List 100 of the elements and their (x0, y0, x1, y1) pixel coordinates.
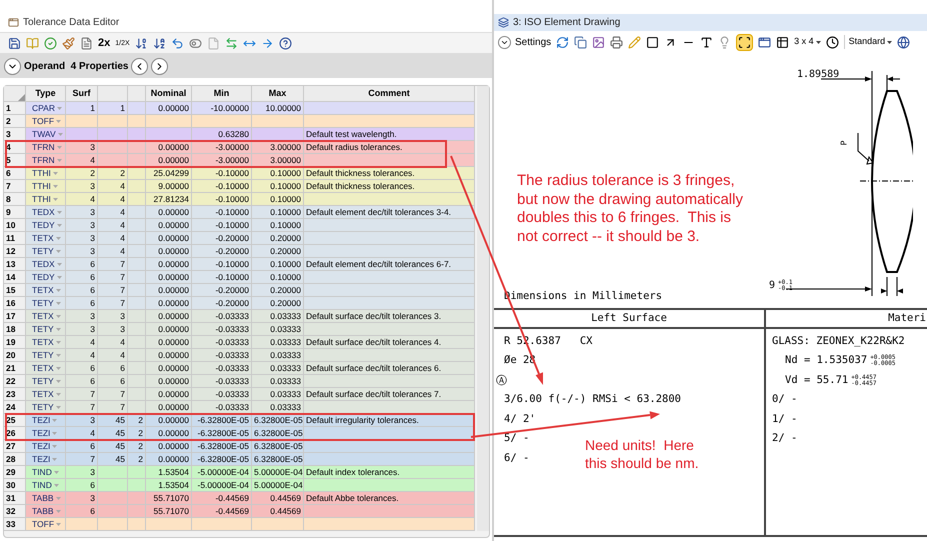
table-row[interactable]: 2 TOFF (4, 115, 476, 128)
globe-icon[interactable] (897, 36, 910, 48)
type-dropdown[interactable]: TFRN (32, 141, 62, 153)
type-dropdown[interactable]: TETY (32, 375, 61, 387)
table-row[interactable]: 9 TEDX 3 4 0.00000 -0.10000 0.10000 Default element dec/tilt tolerances 3-4. (4, 206, 476, 219)
text-tool-icon[interactable] (700, 36, 714, 48)
table-row[interactable]: 6 TTHI 2 2 25.04299 -0.10000 0.10000 Default thickness tolerances. (4, 167, 476, 180)
frame-toggle[interactable] (736, 34, 754, 50)
table-row[interactable]: 33 TOFF (4, 518, 476, 531)
type-dropdown[interactable]: TTHI (32, 167, 58, 179)
table-row[interactable]: 28 TEZI 7 45 2 0.00000 -6.32800E-05 6.32800E-05 (4, 453, 476, 466)
type-dropdown[interactable]: TETX (32, 336, 61, 348)
style-dropdown[interactable]: Standard (844, 35, 892, 49)
type-dropdown[interactable]: TEZI (32, 440, 58, 452)
table-row[interactable]: 18 TETY 3 3 0.00000 -0.03333 0.03333 (4, 323, 476, 336)
table-row[interactable]: 14 TEDY 6 7 0.00000 -0.10000 0.10000 (4, 271, 476, 284)
spec-line: 4/ 2' (504, 412, 536, 427)
type-dropdown[interactable]: TEDX (32, 258, 62, 270)
row-number: 9 (6, 207, 11, 217)
swap-arrows-icon[interactable] (224, 36, 238, 50)
type-dropdown[interactable]: TTHI (32, 180, 58, 192)
next-button[interactable] (151, 58, 168, 74)
type-dropdown[interactable]: TEZI (32, 453, 58, 465)
clock-icon[interactable] (826, 36, 839, 48)
table-row[interactable]: 26 TEZI 4 45 2 0.00000 -6.32800E-05 6.32800E-05 (4, 427, 476, 440)
type-dropdown[interactable]: TEDY (32, 219, 62, 231)
type-dropdown[interactable]: TIND (32, 479, 59, 491)
type-dropdown[interactable]: TABB (32, 505, 61, 517)
table-row[interactable]: 16 TETY 6 7 0.00000 -0.20000 0.20000 (4, 297, 476, 310)
table-cell: 0.10000 (270, 259, 301, 269)
type-dropdown[interactable]: TETY (32, 349, 61, 361)
table-row[interactable]: 24 TETY 7 7 0.00000 -0.03333 0.03333 (4, 401, 476, 414)
scrollbar[interactable] (477, 86, 489, 531)
type-dropdown[interactable]: TOFF (32, 518, 62, 530)
table-row[interactable]: 29 TIND 3 1.53504 -5.00000E-04 5.00000E-04 Default index tolerances. (4, 466, 476, 479)
type-dropdown[interactable]: TEZI (32, 414, 58, 426)
type-dropdown[interactable]: TETX (32, 362, 61, 374)
table-row[interactable]: 30 TIND 6 1.53504 -5.00000E-04 5.00000E-04 (4, 479, 476, 492)
type-dropdown[interactable]: CPAR (32, 102, 62, 114)
rectangle-icon[interactable] (646, 36, 660, 48)
toggle-icon[interactable] (188, 36, 202, 50)
table-row[interactable]: 32 TABB 6 55.71070 -0.44569 0.44569 (4, 505, 476, 518)
table-row[interactable]: 23 TETX 7 7 0.00000 -0.03333 0.03333 Default surface dec/tilt tolerances 7. (4, 388, 476, 401)
check-icon[interactable] (44, 36, 57, 50)
type-dropdown[interactable]: TWAV (32, 128, 63, 140)
table-row[interactable]: 25 TEZI 3 45 2 0.00000 -6.32800E-05 6.32800E-05 Default irregularity tolerances. (4, 414, 476, 427)
table-row[interactable]: 19 TETX 4 4 0.00000 -0.03333 0.03333 Default surface dec/tilt tolerances 4. (4, 336, 476, 349)
type-dropdown[interactable]: TETX (32, 388, 61, 400)
copy-icon[interactable] (574, 36, 588, 48)
right-arrow-icon[interactable] (260, 36, 274, 50)
window-layout-icon[interactable] (758, 36, 772, 48)
type-dropdown[interactable]: TFRN (32, 154, 62, 166)
undo-icon[interactable] (170, 36, 184, 50)
grid-size-dropdown[interactable]: 3 x 4 (794, 35, 821, 49)
type-dropdown[interactable]: TIND (32, 466, 59, 478)
type-dropdown[interactable]: TETY (32, 245, 61, 257)
type-dropdown[interactable]: TETX (32, 284, 61, 296)
image-icon[interactable] (592, 36, 606, 48)
save-icon[interactable] (8, 36, 21, 50)
previous-button[interactable] (131, 58, 148, 74)
type-dropdown[interactable]: TOFF (32, 115, 62, 127)
document-icon[interactable] (80, 36, 93, 50)
print-icon[interactable] (610, 36, 624, 48)
bulb-icon[interactable] (718, 36, 732, 48)
table-cell: 0.00000 (158, 337, 189, 347)
refresh-icon[interactable] (556, 36, 570, 48)
type-dropdown[interactable]: TETY (32, 401, 61, 413)
table-row[interactable]: 7 TTHI 3 4 9.00000 -0.10000 0.10000 Default thickness tolerances. (4, 180, 476, 193)
table-row[interactable]: 15 TETX 6 7 0.00000 -0.20000 0.20000 (4, 284, 476, 297)
table-row[interactable]: 1 CPAR 1 1 0.00000 -10.00000 10.00000 (4, 102, 476, 115)
brush-icon[interactable] (62, 36, 75, 50)
type-dropdown[interactable]: TABB (32, 492, 61, 504)
sort-alpha-icon[interactable] (152, 36, 166, 50)
type-dropdown[interactable]: TEZI (32, 427, 58, 439)
type-dropdown[interactable]: TETX (32, 232, 61, 244)
type-dropdown[interactable]: TEDX (32, 206, 62, 218)
table-row[interactable]: 20 TETY 4 4 0.00000 -0.03333 0.03333 (4, 349, 476, 362)
type-dropdown[interactable]: TETX (32, 310, 61, 322)
collapse-button[interactable] (4, 58, 21, 74)
type-dropdown[interactable]: TTHI (32, 193, 58, 205)
table-row[interactable]: 3 TWAV 0.63280 Default test wavelength. (4, 128, 476, 141)
settings-button[interactable]: Settings (498, 34, 552, 50)
table-cell: 6 (120, 363, 125, 373)
table-row[interactable]: 17 TETX 3 3 0.00000 -0.03333 0.03333 Default surface dec/tilt tolerances 3. (4, 310, 476, 323)
table-row[interactable]: 31 TABB 3 55.71070 -0.44569 0.44569 Default Abbe tolerances. (4, 492, 476, 505)
table-row[interactable]: 8 TTHI 4 4 27.81234 -0.10000 0.10000 (4, 193, 476, 206)
help-icon[interactable] (278, 36, 292, 50)
zoom-in-button[interactable]: 2x (98, 38, 110, 48)
table-row[interactable]: 11 TETX 3 4 0.00000 -0.20000 0.20000 (4, 232, 476, 245)
type-dropdown[interactable]: TEDY (32, 271, 62, 283)
table-row[interactable]: 27 TEZI 6 45 2 0.00000 -6.32800E-05 6.32800E-05 (4, 440, 476, 453)
table-row[interactable]: 22 TETY 6 6 0.00000 -0.03333 0.03333 (4, 375, 476, 388)
sort-numeric-icon[interactable] (134, 36, 148, 50)
table-row[interactable]: 21 TETX 6 6 0.00000 -0.03333 0.03333 Default surface dec/tilt tolerances 6. (4, 362, 476, 375)
type-dropdown[interactable]: TETY (32, 297, 61, 309)
table-cell: -0.10000 (215, 194, 249, 204)
type-dropdown[interactable]: TETY (32, 323, 61, 335)
table-row[interactable]: 13 TEDX 6 7 0.00000 -0.10000 0.10000 Default element dec/tilt tolerances 6-7. (4, 258, 476, 271)
table-row[interactable]: 12 TETY 3 4 0.00000 -0.20000 0.20000 (4, 245, 476, 258)
table-row[interactable]: 10 TEDY 3 4 0.00000 -0.10000 0.10000 (4, 219, 476, 232)
